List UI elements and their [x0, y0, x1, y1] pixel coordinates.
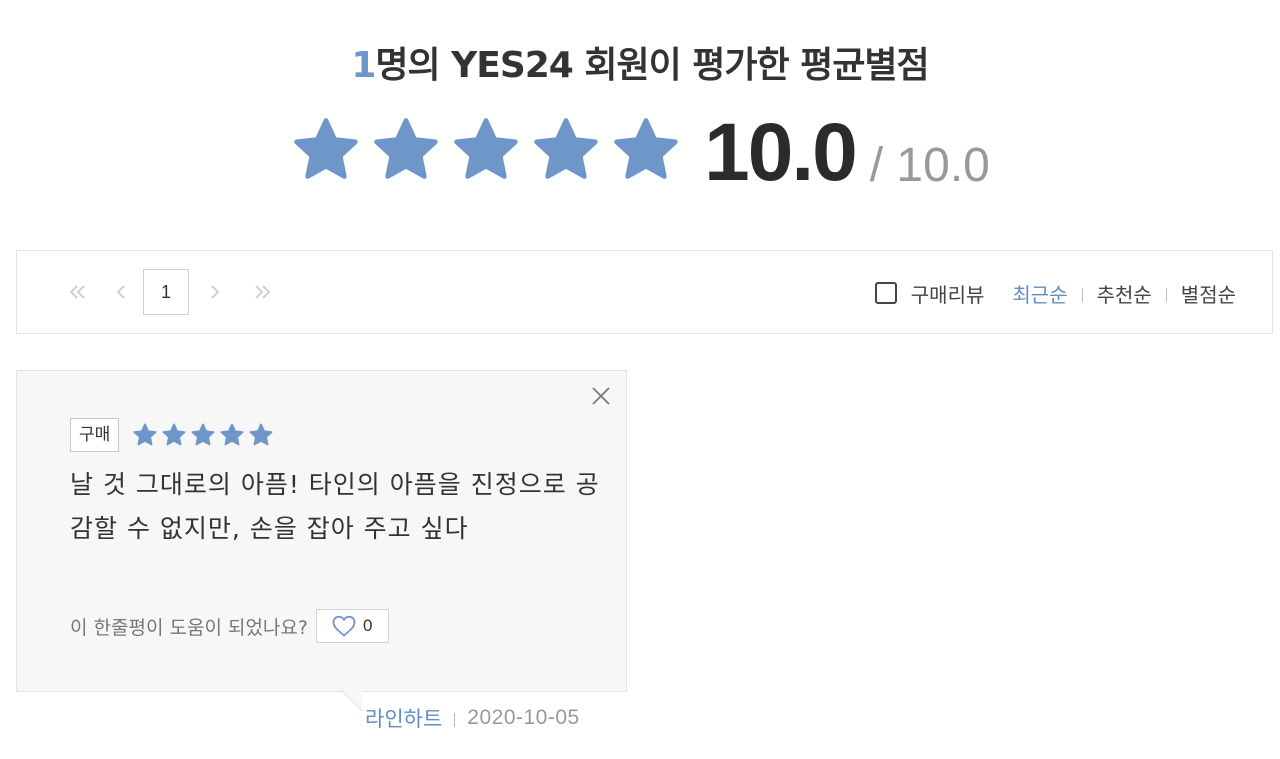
star-icon: [614, 118, 678, 179]
review-text: 날 것 그대로의 아픔! 타인의 아픔을 진정으로 공감할 수 없지만, 손을 …: [70, 470, 600, 543]
double-chevron-left-icon: [69, 285, 85, 299]
reviewer-count: 1: [351, 45, 376, 86]
average-score: 10.0: [704, 107, 858, 198]
helpful-question: 이 한줄평이 도움이 되었나요?: [70, 616, 308, 639]
purchase-review-label[interactable]: 구매리뷰: [911, 279, 985, 308]
sort-controls: 구매리뷰 최근순 추천순 별점순: [874, 251, 1236, 335]
pagination: 1: [55, 269, 285, 315]
heart-icon: [332, 615, 356, 637]
prev-page-button[interactable]: [99, 270, 143, 314]
average-rating-title: 1명의 YES24 회원이 평가한 평균별점: [0, 40, 1280, 92]
review-date: 2020-10-05: [467, 706, 580, 729]
close-icon: [592, 387, 610, 405]
like-count: 0: [362, 616, 373, 635]
helpful-row: 이 한줄평이 도움이 되었나요? 0: [70, 609, 389, 643]
star-icon: [374, 118, 438, 179]
star-icon: [162, 423, 186, 446]
star-icon: [133, 423, 157, 446]
current-page[interactable]: 1: [143, 269, 189, 315]
review-toolbar: 1 구매리뷰 최근순 추천순 별점순: [16, 250, 1273, 334]
max-score: / 10.0: [869, 139, 990, 192]
purchase-badge: 구매: [70, 418, 120, 452]
sort-recent[interactable]: 최근순: [1012, 279, 1067, 308]
divider: [1081, 288, 1083, 302]
star-icon: [534, 118, 598, 179]
star-icon: [294, 118, 358, 179]
double-chevron-right-icon: [255, 285, 271, 299]
chevron-left-icon: [116, 285, 125, 299]
star-icon: [220, 423, 244, 446]
last-page-button[interactable]: [241, 270, 285, 314]
purchase-review-checkbox[interactable]: [874, 282, 897, 304]
star-icon: [249, 423, 273, 446]
average-rating-row: 10.0 / 10.0: [0, 104, 1280, 194]
chevron-right-icon: [211, 285, 220, 299]
divider: [1165, 288, 1167, 302]
divider: [454, 713, 456, 727]
first-page-button[interactable]: [55, 270, 99, 314]
sort-rating[interactable]: 별점순: [1181, 279, 1236, 308]
star-icon: [454, 118, 518, 179]
review-star-rating: [132, 422, 274, 448]
card-pointer: [340, 689, 362, 711]
review-header: 구매: [70, 418, 274, 452]
close-button[interactable]: [588, 383, 614, 409]
like-button[interactable]: 0: [315, 609, 389, 643]
sort-recommended[interactable]: 추천순: [1097, 279, 1152, 308]
average-star-rating: [290, 114, 682, 194]
star-icon: [191, 423, 215, 446]
review-meta: 라인하트 2020-10-05: [365, 703, 580, 733]
average-rating-title-text: 명의 YES24 회원이 평가한 평균별점: [375, 45, 929, 86]
review-card: 구매 날 것 그대로의 아픔! 타인의 아픔을 진정으로 공감할 수 없지만, …: [16, 370, 627, 692]
next-page-button[interactable]: [189, 270, 241, 314]
review-author[interactable]: 라인하트: [365, 703, 442, 733]
